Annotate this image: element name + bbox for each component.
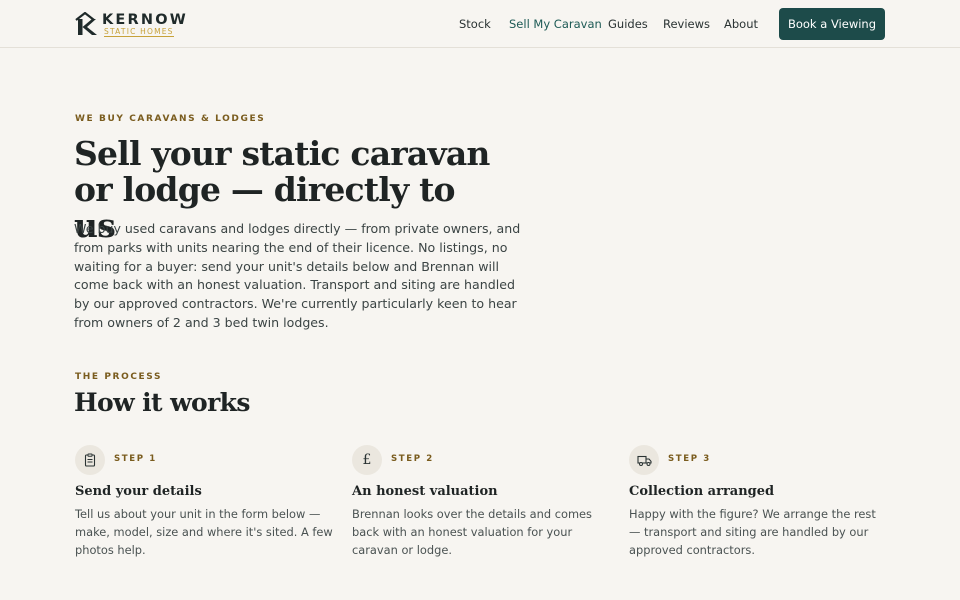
process-eyebrow: THE PROCESS [75,372,163,382]
step-label: STEP 3 [668,454,711,464]
nav-item-guides[interactable]: Guides [608,17,648,31]
page-title-line-1: Sell your static caravan [74,134,490,173]
step-title: Send your details [75,484,202,499]
nav-item-sell-my-caravan[interactable]: Sell My Caravan [509,17,602,31]
nav-item-about[interactable]: About [724,17,758,31]
clipboard-icon [75,445,105,475]
step-title: Collection arranged [629,484,775,499]
nav-item-reviews[interactable]: Reviews [663,17,710,31]
step-label: STEP 1 [114,454,157,464]
pound-icon: £ [352,445,382,475]
brand-tagline: STATIC HOMES [104,27,174,37]
nav-item-stock[interactable]: Stock [459,17,491,31]
brand-name: KERNOW [102,12,188,28]
step-description: Happy with the figure? We arrange the re… [629,507,876,557]
step-title: An honest valuation [352,484,498,499]
hero-description: We buy used caravans and lodges directly… [74,221,521,330]
hero-eyebrow: WE BUY CARAVANS & LODGES [75,114,266,124]
book-viewing-button[interactable]: Book a Viewing [779,8,885,40]
step-description: Tell us about your unit in the form belo… [75,507,333,557]
kernow-logo-icon [75,12,97,35]
step-description: Brennan looks over the details and comes… [352,507,592,557]
truck-icon [629,445,659,475]
process-title: How it works [74,388,250,417]
brand-logo[interactable]: KERNOW STATIC HOMES [74,10,186,38]
step-label: STEP 2 [391,454,434,464]
top-nav: KERNOW STATIC HOMES Stock Sell My Carava… [0,0,960,48]
